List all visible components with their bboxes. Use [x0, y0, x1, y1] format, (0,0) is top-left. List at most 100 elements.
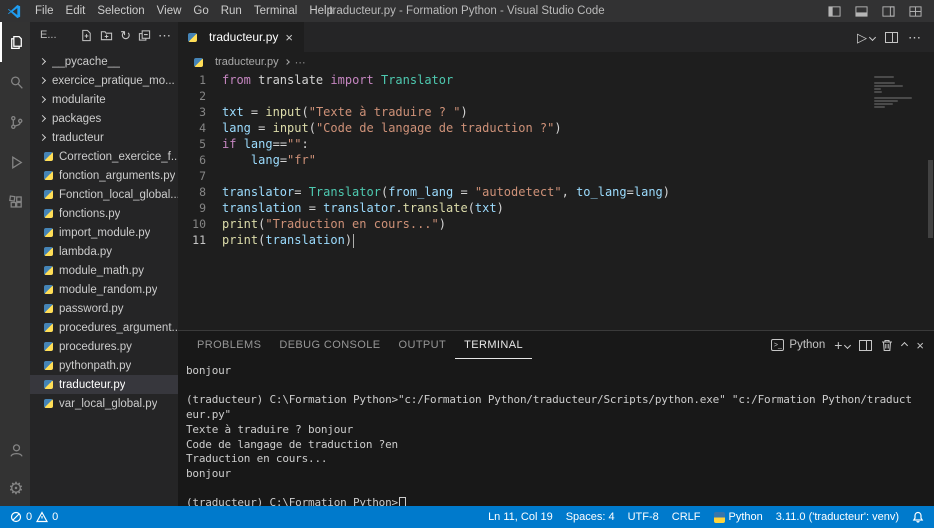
tab-traducteur-py[interactable]: traducteur.py × [178, 22, 305, 52]
toggle-panel-icon[interactable] [855, 5, 868, 18]
problems-indicator[interactable]: 0 0 [10, 511, 58, 523]
minimap[interactable] [874, 76, 920, 109]
split-terminal-icon[interactable] [859, 339, 873, 351]
tree-item-label: traducteur [52, 131, 104, 144]
menu-file[interactable]: File [29, 5, 60, 17]
tree-item-procedures-py[interactable]: procedures.py [30, 337, 178, 356]
tree-item-label: procedures_argument... [59, 321, 178, 334]
language-mode[interactable]: Python [713, 511, 763, 523]
terminal-shell-selector[interactable]: >_ Python [771, 339, 825, 351]
tree-item-import_module-py[interactable]: import_module.py [30, 223, 178, 242]
account-icon [9, 443, 23, 457]
panel-tab-terminal[interactable]: TERMINAL [455, 331, 532, 359]
close-panel-icon[interactable]: × [916, 339, 924, 352]
tree-item-packages[interactable]: packages [30, 109, 178, 128]
account-button[interactable] [0, 430, 30, 470]
indentation[interactable]: Spaces: 4 [566, 511, 615, 523]
collapse-all-icon[interactable] [138, 29, 151, 42]
tree-item-label: password.py [59, 302, 124, 315]
code-line: 3 txt = input("Texte à traduire ? ") [178, 104, 934, 120]
panel-tab-problems[interactable]: PROBLEMS [188, 331, 270, 359]
refresh-icon[interactable]: ↻ [120, 29, 131, 42]
python-file-icon [44, 228, 53, 237]
panel-tab-debug-console[interactable]: DEBUG CONSOLE [270, 331, 389, 359]
python-file-icon [194, 57, 203, 67]
code-line: 9 translation = translator.translate(txt) [178, 200, 934, 216]
tree-item-module_math-py[interactable]: module_math.py [30, 261, 178, 280]
tree-item-__pycache__[interactable]: __pycache__ [30, 52, 178, 71]
tree-item-label: traducteur.py [59, 378, 126, 391]
menu-selection[interactable]: Selection [91, 5, 150, 17]
tree-item-traducteur[interactable]: traducteur [30, 128, 178, 147]
error-count: 0 [26, 511, 33, 523]
tree-item-lambda-py[interactable]: lambda.py [30, 242, 178, 261]
python-file-icon [44, 323, 53, 332]
breadcrumb-symbol[interactable]: ⋯ [295, 56, 306, 69]
menu-bar: File Edit Selection View Go Run Terminal Help [29, 5, 339, 17]
new-terminal-button[interactable]: + [834, 338, 852, 352]
line-content: lang = input("Code de langage de traduct… [222, 121, 562, 135]
tab-close-icon[interactable]: × [284, 31, 294, 44]
tree-item-Fonction_local_global-[interactable]: Fonction_local_global... [30, 185, 178, 204]
menu-run[interactable]: Run [215, 5, 248, 17]
breadcrumb[interactable]: traducteur.py ⋯ [178, 52, 934, 72]
line-number: 4 [199, 121, 206, 135]
python-interpreter[interactable]: 3.11.0 ('traducteur': venv) [776, 511, 899, 523]
panel-header: PROBLEMS DEBUG CONSOLE OUTPUT TERMINAL >_ P… [178, 331, 934, 359]
search-icon [10, 75, 23, 89]
tree-item-module_random-py[interactable]: module_random.py [30, 280, 178, 299]
settings-button[interactable]: ⚙ [0, 470, 30, 506]
bottom-panel: PROBLEMS DEBUG CONSOLE OUTPUT TERMINAL >_ P… [178, 330, 934, 506]
toggle-sidebar-icon[interactable] [828, 5, 841, 18]
split-editor-icon[interactable] [885, 31, 898, 43]
tree-item-fonctions-py[interactable]: fonctions.py [30, 204, 178, 223]
toggle-secondary-sidebar-icon[interactable] [882, 5, 895, 18]
tree-item-traducteur-py[interactable]: traducteur.py [30, 375, 178, 394]
activity-source-control[interactable] [0, 102, 30, 142]
tree-item-exercice_pratique_mo-[interactable]: exercice_pratique_mo... [30, 71, 178, 90]
editor-more-actions-icon[interactable]: ⋯ [908, 31, 922, 44]
tree-item-var_local_global-py[interactable]: var_local_global.py [30, 394, 178, 413]
menu-go[interactable]: Go [187, 5, 214, 17]
line-content: translator= Translator(from_lang = "auto… [222, 185, 671, 199]
activity-extensions[interactable] [0, 182, 30, 222]
tree-item-pythonpath-py[interactable]: pythonpath.py [30, 356, 178, 375]
more-actions-icon[interactable]: ⋯ [158, 29, 172, 42]
maximize-panel-icon[interactable] [901, 341, 909, 349]
terminal-line: Traduction en cours... [186, 452, 328, 466]
code-editor[interactable]: 1 from translate import Translator 2 3 txt =… [178, 72, 934, 330]
tree-item-fonction_arguments-py[interactable]: fonction_arguments.py [30, 166, 178, 185]
customize-layout-icon[interactable] [909, 5, 922, 18]
cursor-position[interactable]: Ln 11, Col 19 [488, 511, 553, 523]
activity-search[interactable] [0, 62, 30, 102]
activity-explorer[interactable] [0, 22, 30, 62]
menu-view[interactable]: View [151, 5, 188, 17]
tree-item-label: packages [52, 112, 102, 125]
new-folder-icon[interactable] [100, 29, 113, 42]
encoding[interactable]: UTF-8 [628, 511, 659, 523]
terminal-line: bonjour [186, 466, 231, 480]
tree-item-label: module_math.py [59, 264, 145, 277]
tree-item-procedures_argument-[interactable]: procedures_argument... [30, 318, 178, 337]
line-content: print("Traduction en cours...") [222, 217, 446, 231]
notifications-bell-icon[interactable] [912, 511, 924, 523]
panel-tab-output[interactable]: OUTPUT [390, 331, 456, 359]
new-file-icon[interactable] [80, 29, 93, 42]
terminal-output[interactable]: bonjour (traducteur) C:\Formation Python>… [178, 359, 934, 506]
run-python-file-button[interactable]: ▷ [857, 31, 877, 44]
breadcrumb-file[interactable]: traducteur.py [215, 56, 279, 68]
titlebar-actions [828, 5, 934, 18]
tree-item-Correction_exercice_f-[interactable]: Correction_exercice_f... [30, 147, 178, 166]
tree-item-modularite[interactable]: modularite [30, 90, 178, 109]
terminal-line: Code de langage de traduction ?en [186, 437, 398, 451]
terminal-line: (traducteur) C:\Formation Python> [186, 496, 934, 506]
editor-scrollbar[interactable] [928, 160, 933, 238]
activity-run-debug[interactable] [0, 142, 30, 182]
tree-item-password-py[interactable]: password.py [30, 299, 178, 318]
eol-sequence[interactable]: CRLF [672, 511, 701, 523]
menu-edit[interactable]: Edit [60, 5, 92, 17]
kill-terminal-icon[interactable] [881, 339, 893, 352]
line-number: 8 [199, 185, 206, 199]
menu-terminal[interactable]: Terminal [248, 5, 303, 17]
